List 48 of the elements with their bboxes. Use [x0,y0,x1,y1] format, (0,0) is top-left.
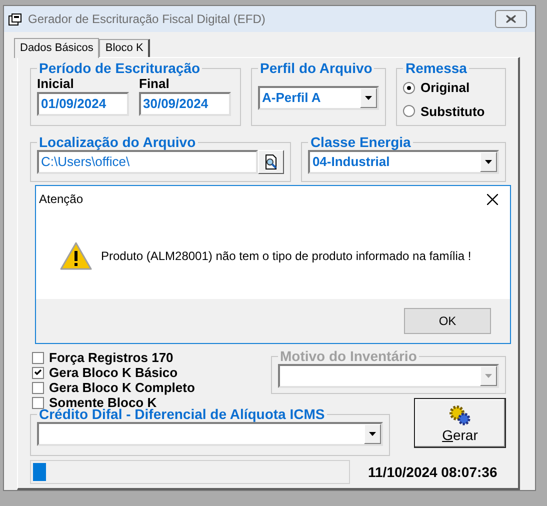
timestamp: 11/10/2024 08:07:36 [368,462,498,482]
check-icon [34,369,42,376]
caret-icon [369,432,376,436]
warning-icon [60,242,92,270]
checkbox-label: Força Registros 170 [49,348,174,367]
window-title: Gerador de Escrituração Fiscal Digital (EFD) [28,11,266,28]
close-button[interactable] [495,10,527,28]
magnifier-icon [263,154,280,170]
date-field[interactable]: 30/09/2024 [139,92,231,116]
window-icon [8,12,22,26]
dialog-title: Atenção [39,191,84,208]
caret-icon [485,160,492,164]
group-title: Classe Energia [309,134,412,150]
group-title: Remessa [404,60,468,76]
radio-button[interactable] [403,82,416,94]
dropdown-field[interactable] [37,422,383,446]
dropdown-field[interactable]: 04-Industrial [308,150,499,174]
dropdown-button[interactable] [364,424,381,444]
radio-button[interactable] [403,105,416,118]
checkbox[interactable] [32,352,44,364]
dialog-message: Produto (ALM28001) não tem o tipo de produto informado na família ! [101,248,472,264]
caret-icon [485,374,492,378]
dropdown-button[interactable] [480,152,497,172]
group-title: Período de Escrituração [38,60,202,76]
checkbox[interactable] [32,382,44,394]
group-title: Motivo do Inventário [278,348,418,364]
generate-button[interactable]: Gerar [414,398,506,448]
gears-icon [448,403,472,427]
radio-label: Original [420,79,470,97]
field-label: Final [139,76,170,92]
date-field[interactable]: 01/09/2024 [37,92,129,116]
browse-button[interactable] [258,150,284,174]
group-title: Localização do Arquivo [38,134,197,150]
dropdown-field[interactable]: A-Perfil A [258,86,380,110]
tab[interactable]: Dados Básicos [14,38,100,58]
caret-icon [365,96,372,100]
field-label: Inicial [37,76,75,92]
group-title: Perfil do Arquivo [259,60,374,76]
close-icon [486,194,498,204]
checkbox[interactable] [32,396,44,408]
tab[interactable]: Bloco K [99,39,150,57]
dropdown-field[interactable] [278,364,499,388]
checkbox[interactable] [32,366,44,378]
ok-button[interactable]: OK [404,308,491,334]
path-field[interactable]: C:\Users\office\ [37,150,258,174]
close-icon [506,15,516,23]
radio-label: Substituto [420,102,485,120]
dropdown-button[interactable] [360,88,378,108]
